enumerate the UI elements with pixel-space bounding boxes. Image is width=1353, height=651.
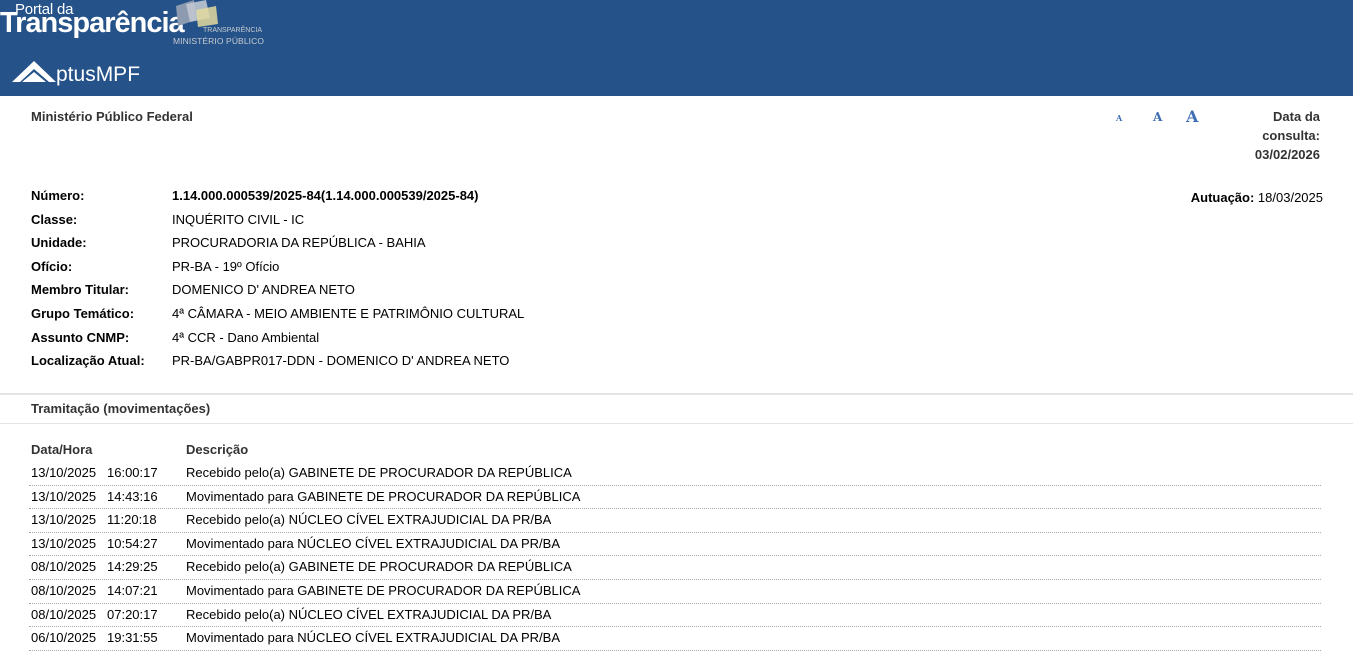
info-value: 4ª CÂMARA - MEIO AMBIENTE E PATRIMÔNIO C… [172,305,525,321]
movement-description: Recebido pelo(a) NÚCLEO CÍVEL EXTRAJUDIC… [186,606,552,622]
movement-date: 13/10/2025 [31,512,97,528]
column-header-description: Descrição [186,442,249,457]
movement-description: Movimentado para GABINETE DE PROCURADOR … [186,488,581,504]
font-size-large-button[interactable]: A [1186,107,1198,126]
movement-time: 14:43:16 [107,488,158,504]
movement-time: 14:07:21 [107,582,158,598]
movement-row: 13/10/2025 14:43:16 Movimentado para GAB… [29,486,1321,510]
movement-date: 06/10/2025 [31,630,97,646]
info-value: PR-BA - 19º Ofício [172,258,280,274]
movement-description: Recebido pelo(a) GABINETE DE PROCURADOR … [186,465,572,480]
info-label: Assunto CNMP: [31,329,130,345]
info-label: Localização Atual: [31,353,145,369]
movements-list: 13/10/2025 16:00:17 Recebido pelo(a) GAB… [29,462,1321,651]
movement-time: 07:20:17 [107,606,158,622]
info-label: Unidade: [31,235,87,251]
info-value: DOMENICO D' ANDREA NETO [172,282,355,298]
movement-time: 19:31:55 [107,630,158,646]
tramitacao-title: Tramitação (movimentações) [31,401,211,416]
consulta-label-line1: Data da [1273,109,1320,124]
movement-time: 11:20:18 [107,512,157,528]
movement-time: 14:29:25 [107,559,158,575]
info-value: INQUÉRITO CIVIL - IC [172,211,305,227]
movement-row: 08/10/2025 14:07:21 Movimentado para GAB… [29,580,1321,604]
movement-row: 08/10/2025 14:29:25 Recebido pelo(a) GAB… [29,556,1321,580]
movements-header: Data/Hora Descrição [31,442,1321,460]
movement-date: 13/10/2025 [31,535,97,551]
info-label: Classe: [31,211,78,227]
mp-transparencia-text: TRANSPARÊNCIA [203,27,262,34]
movement-description: Movimentado para NÚCLEO CÍVEL EXTRAJUDIC… [186,630,560,646]
autuacao-value: 18/03/2025 [1257,190,1323,205]
movement-description: Movimentado para GABINETE DE PROCURADOR … [186,582,581,598]
movement-date: 13/10/2025 [31,488,97,504]
font-size-medium-button[interactable]: A [1153,110,1162,124]
autuacao: Autuação: 18/03/2025 [1191,190,1323,205]
movement-row: 06/10/2025 19:31:55 Movimentado para NÚC… [29,627,1321,651]
column-header-date: Data/Hora [31,442,93,457]
movement-date: 08/10/2025 [31,559,97,575]
divider [0,393,1353,395]
info-label: Grupo Temático: [31,305,135,321]
movement-date: 08/10/2025 [31,582,97,598]
site-header: Portal da Transparência TRANSPARÊNCIA MI… [0,0,1353,96]
info-label: Membro Titular: [31,282,129,298]
movement-date: 08/10/2025 [31,606,97,622]
portal-title[interactable]: Transparência [0,7,185,40]
movement-time: 10:54:27 [107,535,158,551]
info-value: PR-BA/GABPR017-DDN - DOMENICO D' ANDREA … [172,353,510,369]
aptus-logo-text[interactable]: ptusMPF [56,63,140,87]
movement-time: 16:00:17 [107,465,158,480]
aptus-logo-icon [12,61,56,82]
movement-row: 13/10/2025 16:00:17 Recebido pelo(a) GAB… [29,462,1321,486]
consulta-date-value: 03/02/2026 [1254,147,1320,162]
info-label: Número: [31,188,85,203]
movement-description: Movimentado para NÚCLEO CÍVEL EXTRAJUDIC… [186,535,560,551]
movement-description: Recebido pelo(a) GABINETE DE PROCURADOR … [186,559,572,575]
movement-row: 08/10/2025 07:20:17 Recebido pelo(a) NÚC… [29,604,1321,628]
movement-row: 13/10/2025 11:20:18 Recebido pelo(a) NÚC… [29,509,1321,533]
org-name: Ministério Público Federal [31,109,193,124]
movement-description: Recebido pelo(a) NÚCLEO CÍVEL EXTRAJUDIC… [186,512,552,528]
autuacao-label: Autuação: [1190,190,1255,205]
mp-logo-icon [176,0,218,27]
movement-date: 13/10/2025 [31,465,97,480]
mp-ministerio-text: MINISTÉRIO PÚBLICO [173,36,265,46]
consulta-date: Data da consulta: 03/02/2026 [1200,107,1320,164]
info-label: Ofício: [31,258,73,274]
consulta-label-line2: consulta: [1262,128,1320,143]
info-value: 1.14.000.000539/2025-84(1.14.000.000539/… [172,188,479,203]
movement-row: 13/10/2025 10:54:27 Movimentado para NÚC… [29,533,1321,557]
info-value: PROCURADORIA DA REPÚBLICA - BAHIA [172,235,426,251]
info-value: 4ª CCR - Dano Ambiental [172,329,320,345]
font-size-small-button[interactable]: A [1116,113,1122,123]
divider [0,423,1353,424]
